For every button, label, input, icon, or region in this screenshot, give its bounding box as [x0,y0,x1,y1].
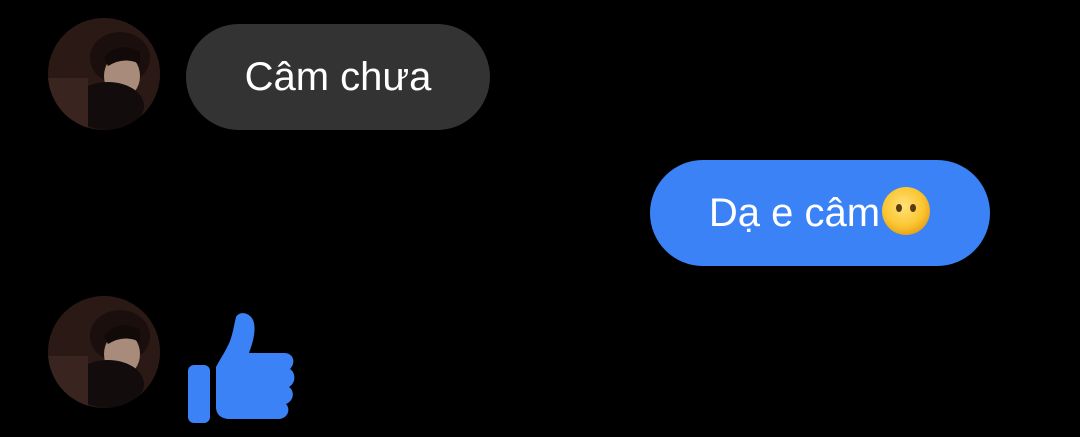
incoming-message-bubble[interactable]: Câm chưa [186,24,490,130]
message-text: Câm chưa [244,54,432,99]
thumbs-up-icon[interactable] [186,311,298,423]
contact-avatar[interactable] [48,18,160,130]
message-text: Dạ e câm [708,190,881,235]
face-without-mouth-emoji-icon [882,187,931,235]
contact-photo [48,18,160,130]
contact-photo [48,296,160,408]
contact-avatar[interactable] [48,296,160,408]
outgoing-message-bubble[interactable]: Dạ e câm [650,160,990,266]
